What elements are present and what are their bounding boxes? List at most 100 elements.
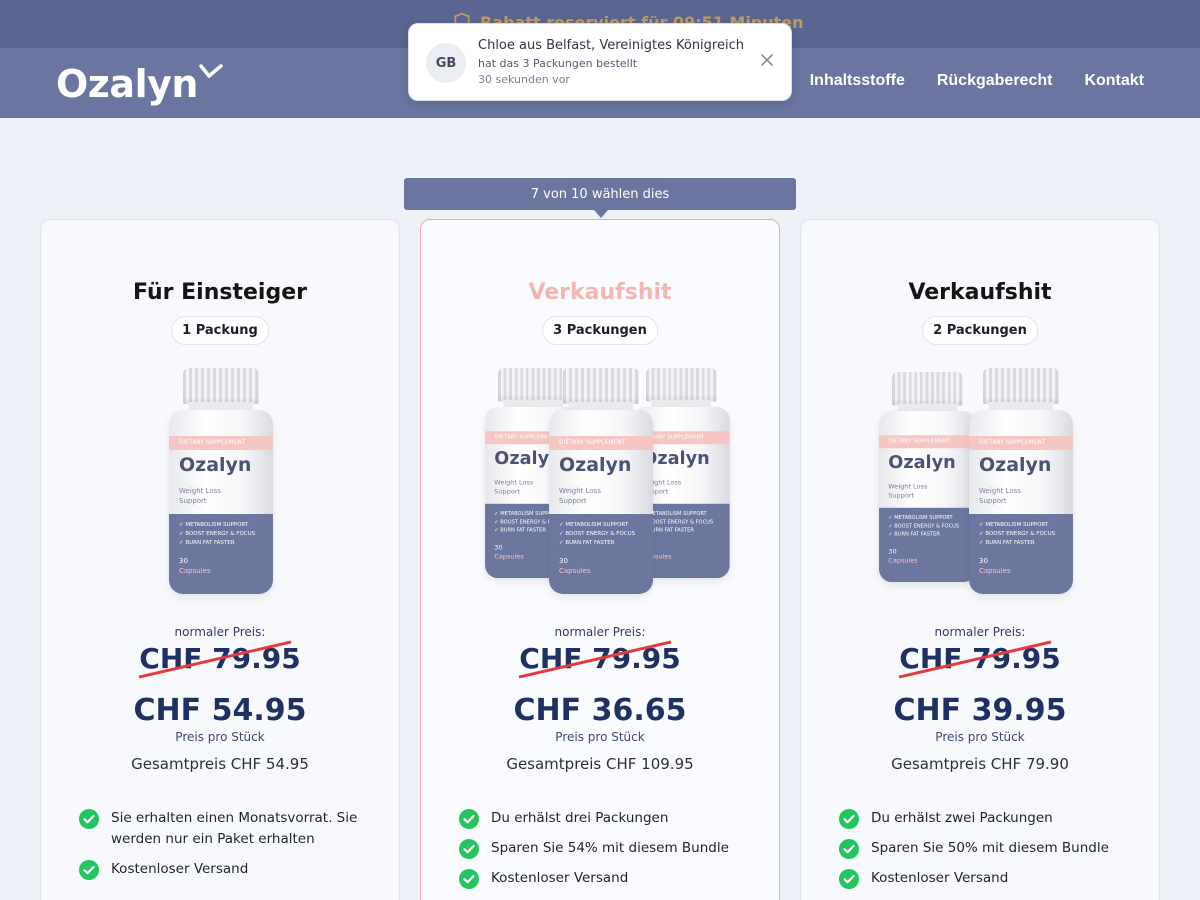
- unit-price-label: Preis pro Stück: [555, 730, 645, 744]
- feature-item: Kostenloser Versand: [79, 859, 369, 880]
- card-title: Verkaufshit: [528, 280, 672, 305]
- bottle-benefit: ✓ BURN FAT FASTER: [888, 531, 940, 538]
- bottle-sub1: Weight Loss: [979, 487, 1021, 495]
- close-icon[interactable]: [759, 52, 775, 68]
- check-icon: [459, 809, 479, 829]
- feature-item: Kostenloser Versand: [839, 868, 1129, 889]
- bottle-sub2: Support: [494, 487, 521, 496]
- regular-price: CHF 79.95: [41, 640, 399, 679]
- feature-text: Du erhälst drei Packungen: [491, 810, 669, 826]
- popular-ribbon: 7 von 10 wählen dies: [404, 178, 796, 218]
- bottle-count: 30 Capsules: [179, 556, 211, 576]
- bottle-capsules: Capsules: [179, 567, 211, 575]
- feature-item: Sparen Sie 50% mit diesem Bundle: [839, 838, 1129, 859]
- bottle-subtitle: Weight Loss Support: [559, 486, 601, 506]
- bottle-lower-label: ✓ METABOLISM SUPPORT ✓ BOOST ENERGY & FO…: [169, 514, 273, 594]
- bottle-cap: [983, 368, 1059, 404]
- unit-price-label: Preis pro Stück: [175, 730, 265, 744]
- regular-price: CHF 79.95: [801, 640, 1159, 679]
- total-price: Gesamtpreis CHF 109.95: [506, 755, 694, 773]
- regular-price-label: normaler Preis:: [554, 625, 646, 639]
- offer-card-3-pack[interactable]: Verkaufshit 3 Packungen DIETARY SUPPLEME…: [420, 219, 780, 900]
- card-title: Für Einsteiger: [133, 280, 307, 305]
- purchase-notification: GB Chloe aus Belfast, Vereinigtes Königr…: [408, 23, 792, 101]
- product-bottle: DIETARY SUPPLEMENT Ozalyn Weight Loss Sup…: [169, 368, 273, 596]
- bottle-count-number: 30: [979, 557, 988, 565]
- bottle-count-number: 30: [494, 543, 503, 551]
- nav-kontakt[interactable]: Kontakt: [1084, 72, 1144, 90]
- bottle-benefit: ✓ METABOLISM SUPPORT: [559, 522, 629, 528]
- product-image: DIETARY SUPPLEMENT Ozalyn Weight Loss Sup…: [801, 368, 1159, 598]
- bottle-brand: Ozalyn: [179, 454, 252, 476]
- nav-inhaltsstoffe[interactable]: Inhaltsstoffe: [810, 72, 905, 90]
- sale-price: CHF 39.95: [893, 693, 1067, 728]
- logo[interactable]: Ozalyn: [56, 62, 198, 106]
- package-count-badge: 2 Packungen: [922, 316, 1038, 345]
- check-icon: [459, 839, 479, 859]
- bottle-sub1: Weight Loss: [559, 487, 601, 495]
- bottle-cap: [183, 368, 259, 404]
- bottle-subtitle: Weight Loss Support: [979, 486, 1021, 506]
- bottle-count: 30 Capsules: [979, 556, 1011, 576]
- bottle-brand: Ozalyn: [559, 454, 632, 476]
- package-count-badge: 1 Packung: [171, 316, 269, 345]
- bottle-benefit: ✓ BURN FAT FASTER: [179, 540, 235, 546]
- bottle-count-number: 30: [179, 557, 188, 565]
- offer-card-1-pack[interactable]: Für Einsteiger 1 Packung DIETARY SUPPLEM…: [40, 219, 400, 900]
- bottle-benefit: ✓ METABOLISM SUPPORT: [888, 514, 953, 521]
- bottle-count-number: 30: [559, 557, 568, 565]
- bottle-count: 30 Capsules: [559, 556, 591, 576]
- bottle-body: DIETARY SUPPLEMENT Ozalyn Weight Loss Sup…: [169, 410, 273, 594]
- bottle-brand: Ozalyn: [979, 454, 1052, 476]
- offer-card-2-pack[interactable]: Verkaufshit 2 Packungen DIETARY SUPPLEME…: [800, 219, 1160, 900]
- feature-text: Kostenloser Versand: [111, 861, 249, 877]
- bottle-sub2: Support: [179, 497, 207, 505]
- feature-item: Du erhälst drei Packungen: [459, 808, 749, 829]
- bottle-body: DIETARY SUPPLEMENT Ozalyn Weight Loss Sup…: [549, 410, 653, 594]
- bottle-capsules: Capsules: [979, 567, 1011, 575]
- bottle-band: DIETARY SUPPLEMENT: [169, 436, 273, 450]
- bottle-body: DIETARY SUPPLEMENT Ozalyn Weight Loss Sup…: [969, 410, 1073, 594]
- feature-text: Kostenloser Versand: [871, 870, 1009, 886]
- avatar: GB: [426, 43, 466, 83]
- bottle-benefit: ✓ BOOST ENERGY & FOCUS: [888, 523, 960, 529]
- bottle-band: DIETARY SUPPLEMENT: [879, 434, 976, 448]
- product-image: DIETARY SUPPLEMENT Ozalyn Weight Loss Sup…: [421, 367, 779, 598]
- regular-price-label: normaler Preis:: [934, 625, 1026, 639]
- bottle-lower-label: ✓ METABOLISM SUPPORT ✓ BOOST ENERGY & FO…: [549, 514, 653, 594]
- bottle-lower-label: ✓ METABOLISM SUPPORT ✓ BOOST ENERGY & FO…: [969, 514, 1073, 594]
- bottle-benefit: ✓ BOOST ENERGY & FOCUS: [979, 531, 1056, 537]
- product-bottle: DIETARY SUPPLEMENT Ozalyn Weight Loss Sup…: [549, 368, 653, 596]
- sale-price: CHF 36.65: [513, 693, 687, 728]
- bottle-benefit: ✓ METABOLISM SUPPORT: [979, 522, 1049, 528]
- notification-title: Chloe aus Belfast, Vereinigtes Königreic…: [478, 38, 744, 53]
- feature-text: Sparen Sie 54% mit diesem Bundle: [491, 840, 729, 856]
- bottle-benefit: ✓ BOOST ENERGY & FOCUS: [179, 531, 256, 537]
- bottle-sub1: Weight Loss: [494, 478, 534, 486]
- check-icon: [459, 869, 479, 889]
- bottle-sub2: Support: [888, 491, 915, 500]
- nav-rueckgaberecht[interactable]: Rückgaberecht: [937, 72, 1053, 90]
- check-icon: [839, 869, 859, 889]
- regular-price: CHF 79.95: [421, 640, 779, 679]
- bottle-cap: [563, 368, 639, 404]
- feature-item: Sparen Sie 54% mit diesem Bundle: [459, 838, 749, 859]
- bottle-sub2: Support: [979, 497, 1007, 505]
- regular-price-label: normaler Preis:: [174, 625, 266, 639]
- product-bottle: DIETARY SUPPLEMENT Ozalyn Weight Loss Sup…: [969, 368, 1073, 596]
- feature-item: Sie erhalten einen Monatsvorrat. Sie wer…: [79, 808, 369, 850]
- feature-list: Sie erhalten einen Monatsvorrat. Sie wer…: [79, 808, 369, 889]
- main-nav: Inhaltsstoffe Rückgaberecht Kontakt: [810, 72, 1144, 90]
- bottle-benefit: ✓ METABOLISM SUPPORT: [179, 522, 249, 528]
- feature-item: Kostenloser Versand: [459, 868, 749, 889]
- bottle-sub2: Support: [559, 497, 587, 505]
- notification-time: 30 sekunden vor: [478, 73, 570, 86]
- total-price: Gesamtpreis CHF 79.90: [891, 755, 1069, 773]
- bottle-count-number: 30: [888, 547, 897, 555]
- check-icon: [839, 839, 859, 859]
- bottle-subtitle: Weight Loss Support: [494, 477, 533, 496]
- total-price: Gesamtpreis CHF 54.95: [131, 755, 309, 773]
- bottle-band: DIETARY SUPPLEMENT: [969, 436, 1073, 450]
- product-bottle: DIETARY SUPPLEMENT Ozalyn Weight Loss Sup…: [879, 371, 976, 584]
- bottle-capsules: Capsules: [888, 556, 918, 565]
